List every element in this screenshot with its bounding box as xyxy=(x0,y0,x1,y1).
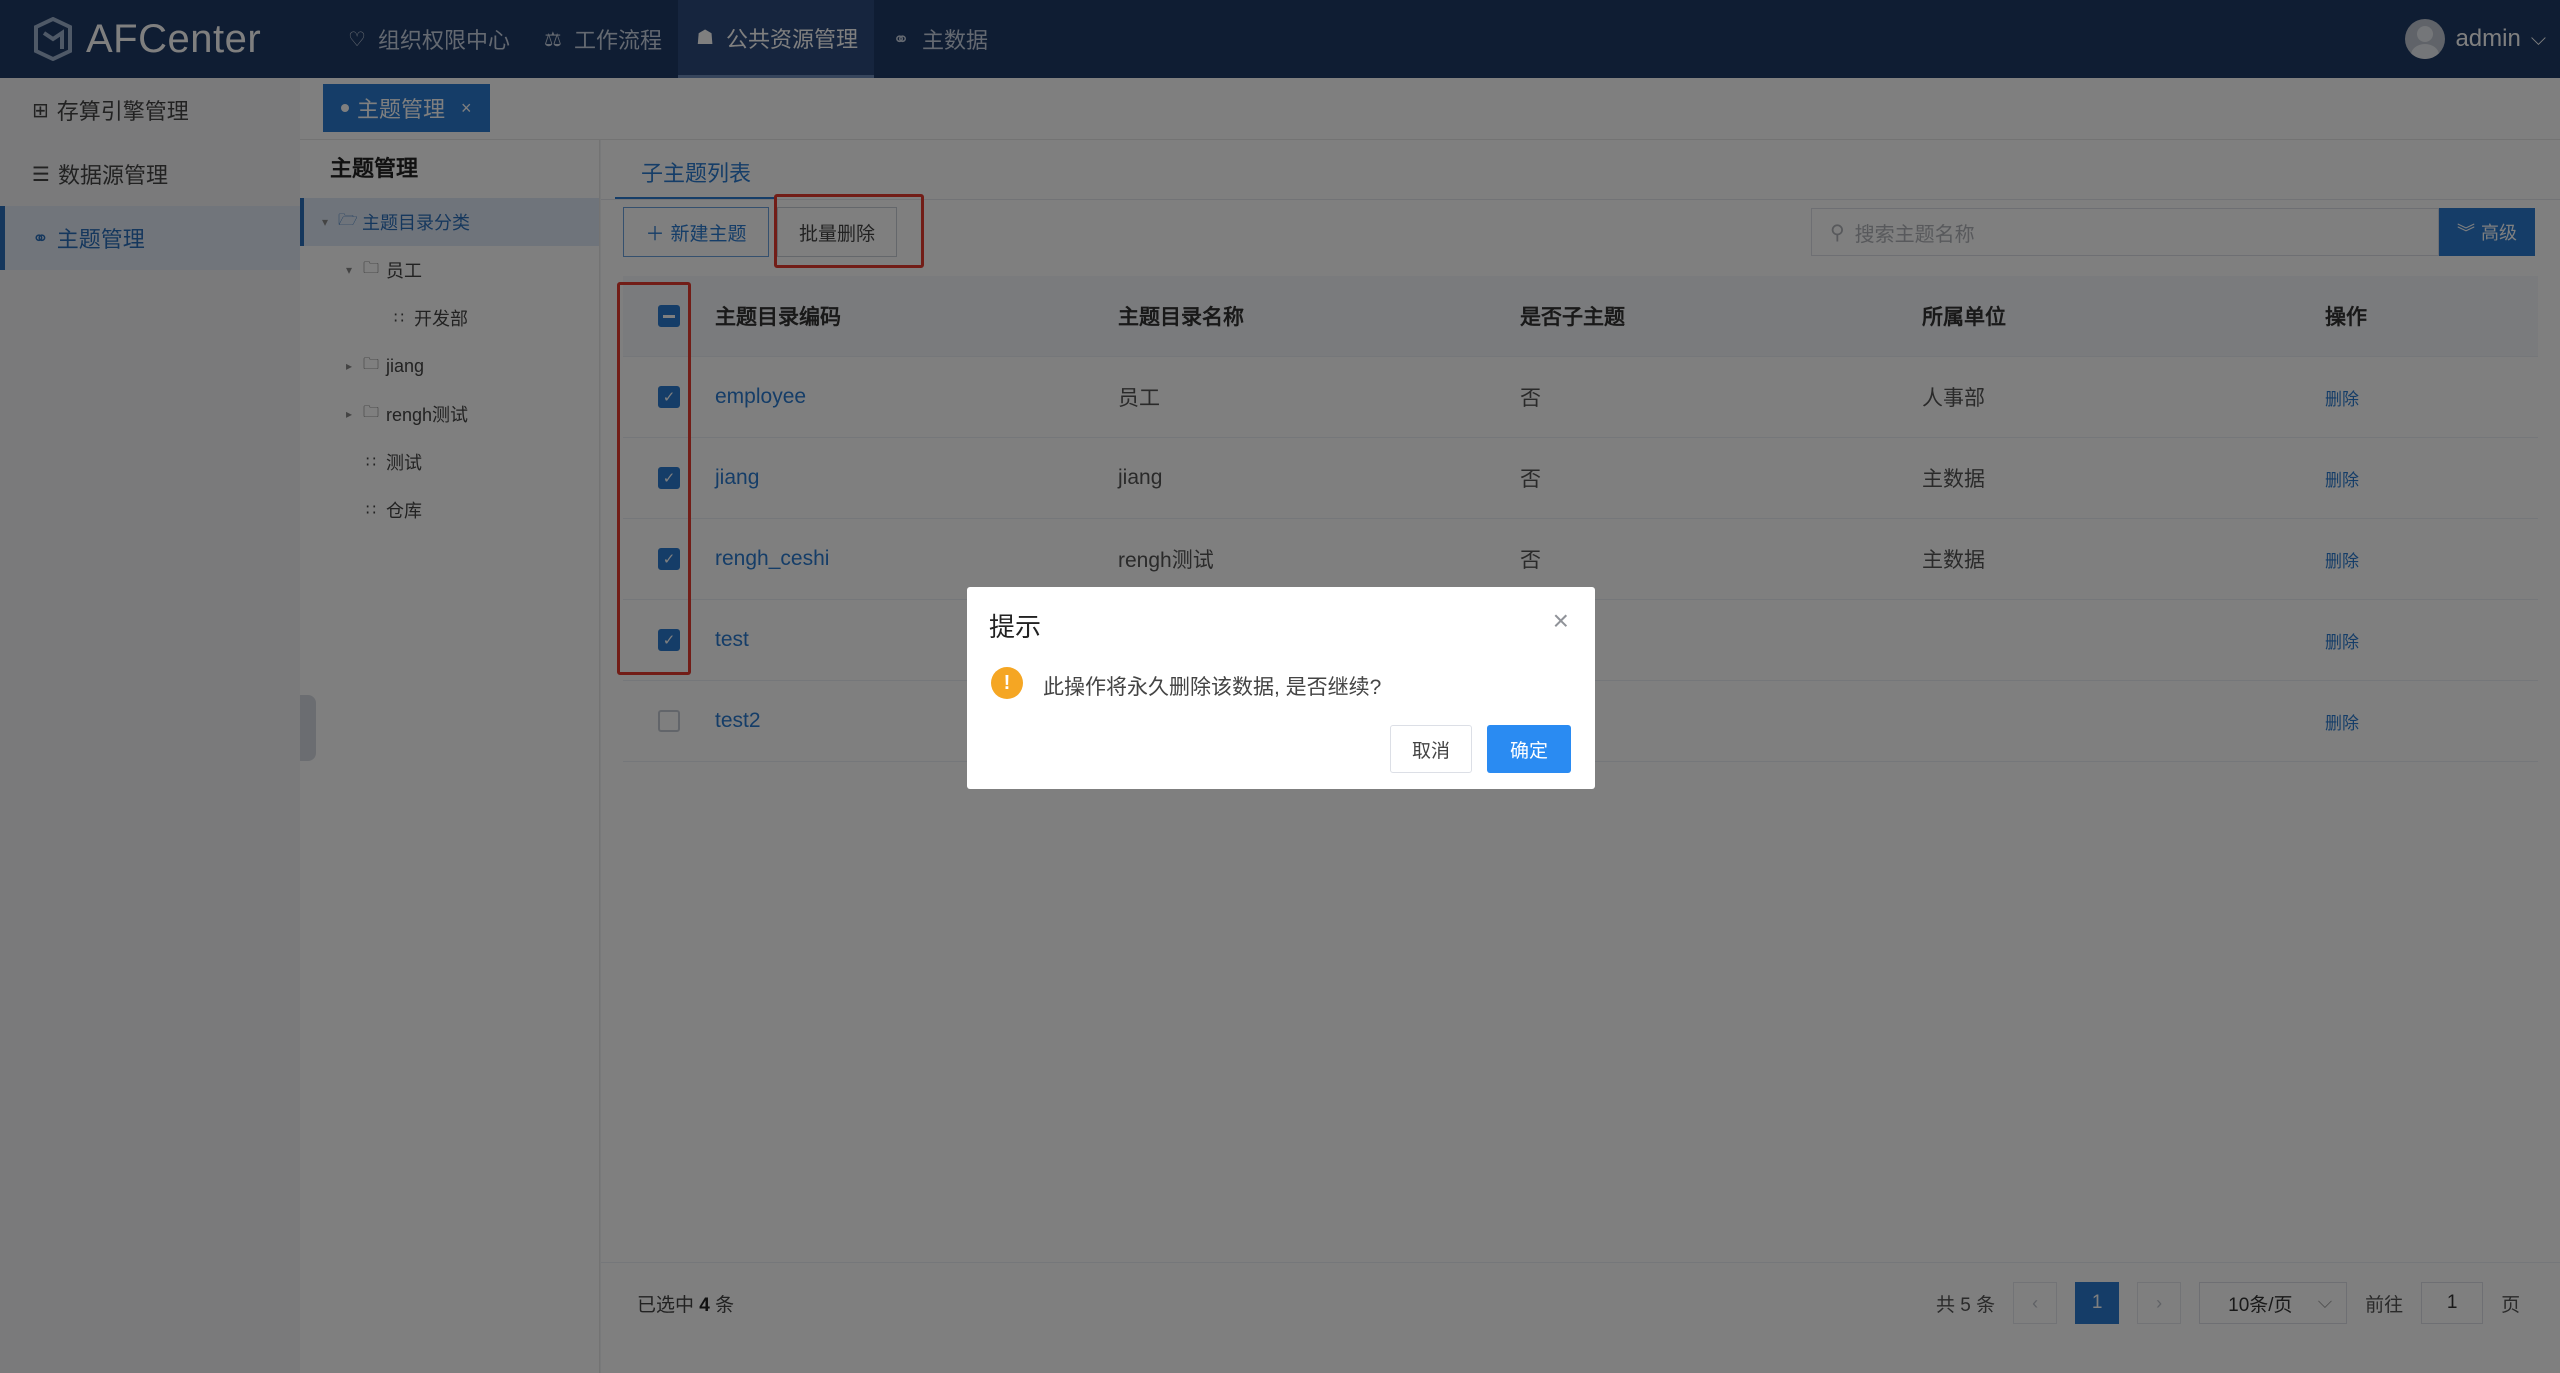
dialog-message: 此操作将永久删除该数据, 是否继续? xyxy=(1043,676,1382,699)
close-icon[interactable]: × xyxy=(1553,605,1569,637)
dialog-title: 提示 xyxy=(989,612,1042,642)
confirm-button[interactable]: 确定 xyxy=(1487,725,1571,773)
confirm-dialog: 提示 × ! 此操作将永久删除该数据, 是否继续? 取消 确定 xyxy=(967,587,1595,789)
warning-icon: ! xyxy=(991,667,1023,699)
cancel-button[interactable]: 取消 xyxy=(1390,725,1472,773)
